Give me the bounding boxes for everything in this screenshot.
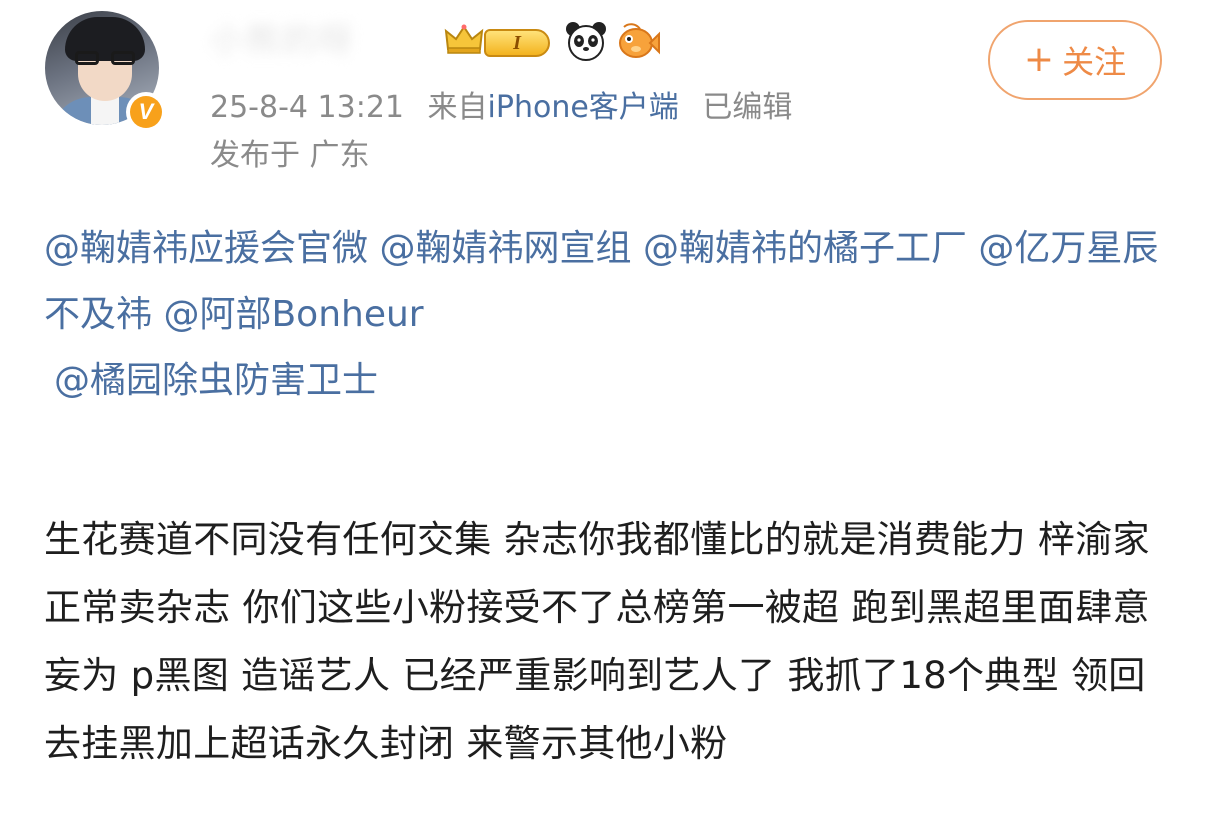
verified-badge-icon: V xyxy=(126,92,166,132)
post-content: @鞠婧祎应援会官微 @鞠婧祎网宣组 @鞠婧祎的橘子工厂 @亿万星辰不及祎 @阿部… xyxy=(44,216,1174,778)
mention-link[interactable]: @鞠婧祎网宣组 xyxy=(379,228,631,269)
post-date-time[interactable]: 25-8-4 13:21 xyxy=(210,90,404,125)
follow-button[interactable]: + 关注 xyxy=(988,20,1162,100)
mention-link[interactable]: @鞠婧祎的橘子工厂 xyxy=(643,228,967,269)
author-badges: I xyxy=(444,18,660,64)
post-meta: 25-8-4 13:21 来自iPhone客户端 已编辑 发布于 广东 xyxy=(210,84,792,180)
source-client: iPhone客户端 xyxy=(487,90,679,125)
author-username[interactable]: 小熊的呀 xyxy=(210,18,440,64)
panda-icon xyxy=(566,22,606,61)
avatar-shirt xyxy=(91,97,119,125)
post-location: 发布于 广东 xyxy=(210,138,370,173)
mention-link[interactable]: @阿部Bonheur xyxy=(163,294,423,335)
plus-icon: + xyxy=(1023,39,1055,80)
mentions-block: @鞠婧祎应援会官微 @鞠婧祎网宣组 @鞠婧祎的橘子工厂 @亿万星辰不及祎 @阿部… xyxy=(44,216,1174,414)
avatar-glasses xyxy=(75,51,135,67)
member-level-badge[interactable]: I xyxy=(444,21,556,61)
mention-link[interactable]: @橘园除虫防害卫士 xyxy=(54,360,378,401)
post-body-text: 生花赛道不同没有任何交集 杂志你我都懂比的就是消费能力 梓渝家正常卖杂志 你们这… xyxy=(44,518,1150,765)
follow-label: 关注 xyxy=(1062,43,1127,81)
edited-label[interactable]: 已编辑 xyxy=(702,90,792,125)
fish-icon xyxy=(619,23,660,58)
post-time-source: 25-8-4 13:21 来自iPhone客户端 已编辑 xyxy=(210,84,792,132)
source-prefix: 来自 xyxy=(427,90,488,125)
level-tag: I xyxy=(484,29,550,57)
mention-link[interactable]: @鞠婧祎应援会官微 xyxy=(44,228,368,269)
crown-icon xyxy=(444,24,484,54)
